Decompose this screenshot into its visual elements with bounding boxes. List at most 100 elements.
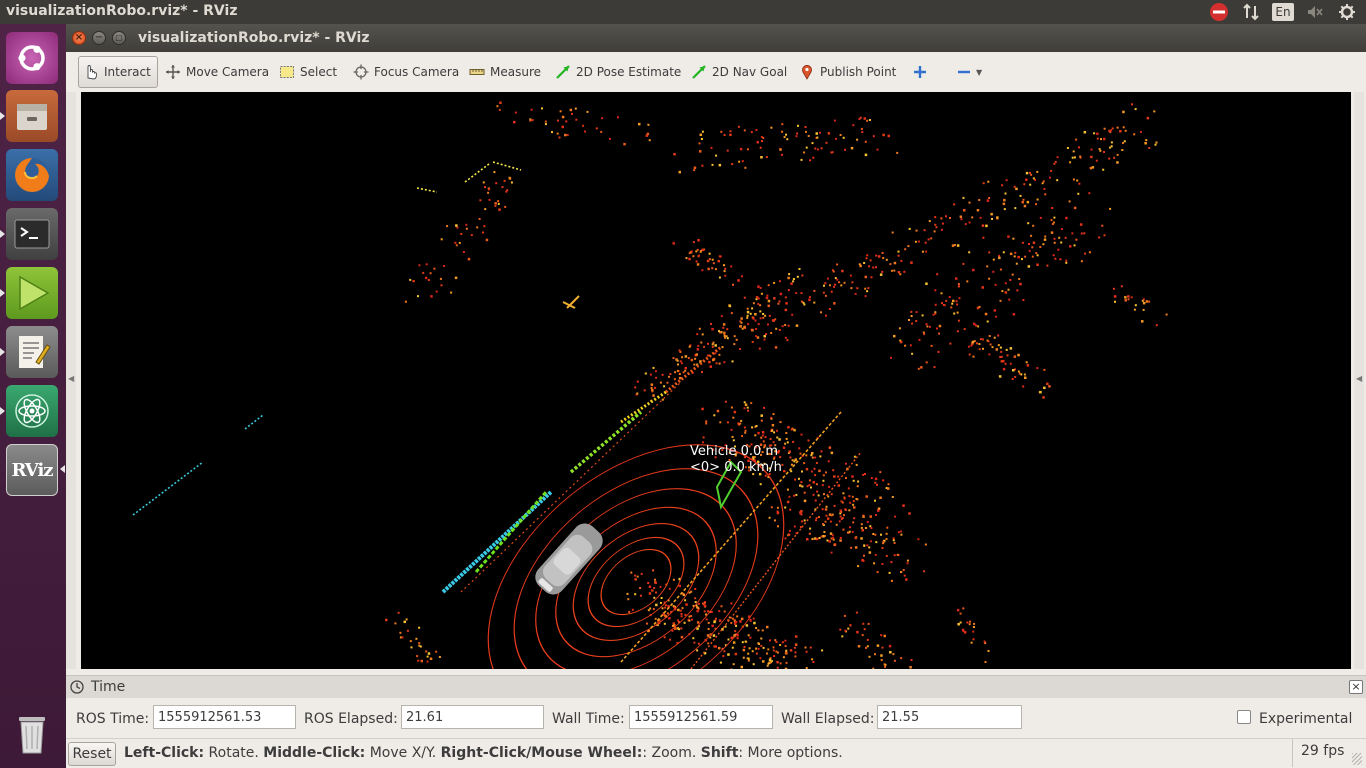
point-cloud-dot [882, 479, 885, 482]
measure-tool-button[interactable]: Measure [465, 56, 545, 88]
point-cloud-dot [654, 617, 657, 620]
point-cloud-dot [787, 276, 790, 280]
interact-tool-button[interactable]: Interact [78, 56, 158, 88]
ros-time-field[interactable] [153, 705, 296, 729]
select-tool-button[interactable]: Select [275, 56, 341, 88]
point-cloud-dot [1035, 252, 1038, 255]
point-cloud-dot [851, 530, 854, 533]
point-cloud-dot [1023, 204, 1027, 208]
point-cloud-dot [805, 454, 808, 457]
point-cloud-dot [1017, 255, 1020, 259]
point-cloud-dot [752, 663, 755, 666]
launcher-trash[interactable] [6, 708, 58, 760]
point-cloud-dot [430, 295, 433, 298]
point-cloud-dot [885, 538, 888, 541]
point-cloud-dot [663, 636, 666, 639]
close-window-button[interactable]: × [72, 31, 86, 45]
point-cloud-dot [497, 200, 500, 203]
point-cloud-dot [1019, 282, 1022, 286]
point-cloud-dot [1011, 273, 1014, 276]
launcher-running-indicator [0, 407, 5, 415]
point-cloud-dot [785, 661, 788, 664]
point-cloud-dot [910, 261, 913, 264]
transfer-arrows-icon[interactable] [1240, 2, 1262, 22]
point-cloud-dot [644, 372, 647, 375]
3d-render-viewport[interactable]: Vehicle 0.0 m <0> 0.0 km/h [81, 92, 1351, 669]
point-cloud-dot [743, 401, 746, 404]
wall-elapsed-field[interactable] [877, 705, 1022, 729]
launcher-ubuntu-dash[interactable] [6, 32, 58, 84]
point-cloud-dot [1027, 222, 1030, 225]
point-cloud-dot [425, 650, 428, 653]
point-cloud-dot [1022, 385, 1025, 388]
minimize-window-button[interactable]: − [92, 31, 106, 45]
point-cloud-dot [694, 601, 697, 603]
point-cloud-dot [956, 608, 960, 612]
add-tool-button[interactable] [908, 56, 937, 88]
point-cloud-dot [981, 286, 984, 289]
point-cloud-dot [735, 338, 738, 341]
point-cloud-dot [844, 629, 847, 632]
2d-pose-estimate-tool-button[interactable]: 2D Pose Estimate [551, 56, 685, 88]
point-cloud-dot [638, 122, 641, 126]
2d-nav-goal-tool-button[interactable]: 2D Nav Goal [687, 56, 791, 88]
point-cloud-dot [1046, 264, 1049, 267]
right-dock-handle[interactable]: ◀ [1354, 92, 1364, 669]
keyboard-layout-indicator[interactable]: En [1272, 3, 1294, 21]
point-cloud-dot [865, 257, 868, 260]
point-cloud-dot [718, 163, 722, 167]
publish-point-tool-button[interactable]: Publish Point [795, 56, 900, 88]
point-cloud-dot [740, 317, 743, 320]
point-cloud-dot [1048, 385, 1051, 388]
move-camera-tool-button[interactable]: Move Camera [161, 56, 273, 88]
point-cloud-dot [1025, 171, 1029, 175]
point-cloud-dot [984, 312, 988, 316]
launcher-files[interactable] [6, 90, 58, 142]
point-cloud-dot [875, 541, 878, 544]
launcher-terminal[interactable] [6, 208, 58, 260]
point-cloud-dot [746, 316, 749, 319]
close-panel-button[interactable]: × [1349, 680, 1363, 694]
point-cloud-dot [693, 169, 696, 172]
left-dock-handle[interactable]: ◀ [66, 92, 76, 669]
point-cloud-dot [768, 516, 771, 519]
launcher-atom[interactable] [6, 385, 58, 437]
point-cloud-dot [862, 473, 865, 476]
resize-grip[interactable] [1352, 753, 1362, 765]
wall-time-field[interactable] [629, 705, 773, 729]
point-cloud-dot [701, 333, 704, 336]
ros-elapsed-field[interactable] [401, 705, 544, 729]
point-cloud-dot [866, 521, 869, 523]
point-cloud-dot [744, 166, 747, 169]
network-disconnected-icon[interactable] [1208, 2, 1230, 22]
point-cloud-dot [893, 554, 896, 557]
point-cloud-dot [1014, 251, 1017, 254]
launcher-text-editor[interactable] [6, 326, 58, 378]
point-cloud-dot [865, 495, 868, 498]
point-cloud-dot [721, 346, 724, 349]
point-cloud-dot [711, 343, 714, 346]
point-cloud-dot [801, 274, 804, 277]
volume-muted-icon[interactable] [1304, 2, 1326, 22]
launcher-firefox[interactable] [6, 149, 58, 201]
point-cloud-dot [648, 592, 652, 595]
point-cloud-dot [1026, 200, 1030, 204]
window-titlebar[interactable]: × − ▢ visualizationRobo.rviz* - RViz [66, 24, 1366, 52]
launcher-media-player[interactable] [6, 267, 58, 319]
point-cloud-dot [501, 186, 504, 189]
point-cloud-dot [688, 252, 691, 255]
point-cloud-dot [820, 147, 823, 150]
point-cloud-dot [1079, 155, 1082, 158]
gear-icon[interactable] [1336, 2, 1358, 22]
remove-tool-button[interactable]: ▼ [952, 56, 986, 88]
point-cloud-dot [1134, 304, 1137, 307]
reset-button[interactable]: Reset [68, 742, 116, 766]
focus-camera-tool-button[interactable]: Focus Camera [349, 56, 463, 88]
maximize-window-button[interactable]: ▢ [112, 31, 126, 45]
point-cloud-dot [925, 250, 928, 253]
point-cloud-dot [962, 630, 965, 632]
launcher-rviz[interactable]: RViz [6, 444, 58, 496]
point-cloud-dot [923, 229, 926, 232]
point-cloud-dot [800, 433, 803, 436]
experimental-checkbox[interactable] [1237, 710, 1251, 724]
